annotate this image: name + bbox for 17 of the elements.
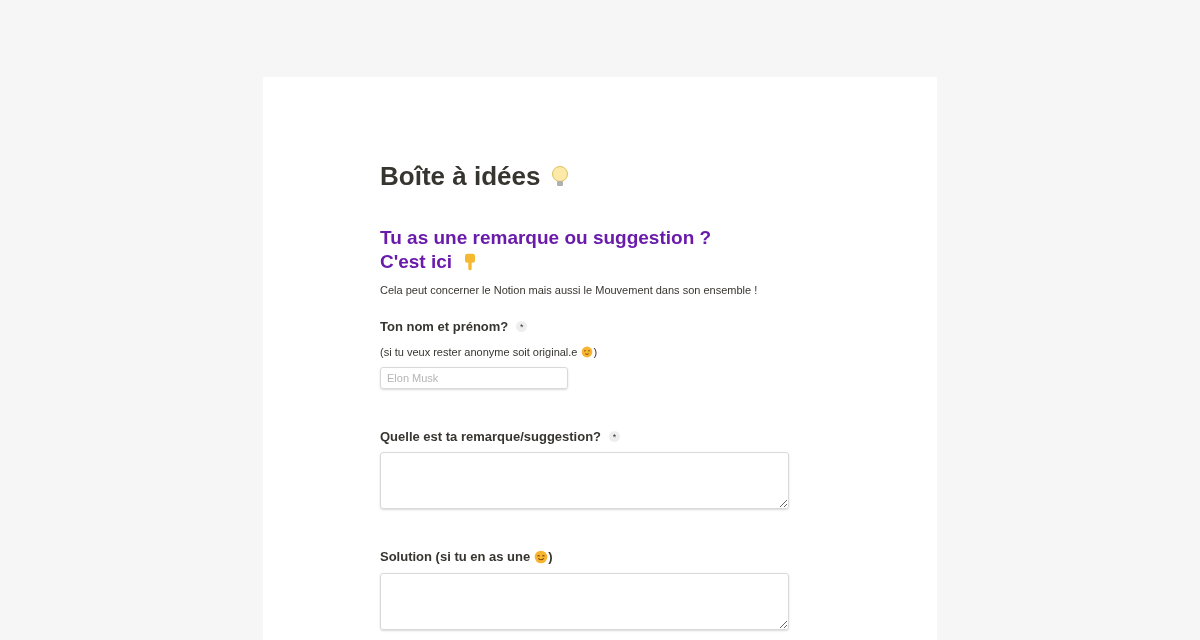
text-area-field[interactable] <box>380 452 789 509</box>
question-label: Quelle est ta remarque/suggestion? <box>380 427 602 446</box>
section-heading: Tu as une remarque ou suggestion ? <box>380 226 712 250</box>
text-area-field[interactable] <box>380 572 789 630</box>
hint-text: (si tu veux rester anonyme soit original.e <box>380 345 578 360</box>
description-text: Cela peut concerner le Notion mais aussi le Mouvement dans son ensemble ! <box>380 283 759 298</box>
required-marker: * <box>516 320 528 332</box>
page-title: Boîte à idées <box>380 160 541 193</box>
hint-text: ) <box>593 345 598 360</box>
question-label: ) <box>548 548 553 566</box>
required-marker: * <box>609 430 621 442</box>
section-heading: C'est ici <box>380 250 453 274</box>
question-label: Ton nom et prénom? <box>380 317 509 336</box>
question-label: Solution (si tu en as une <box>380 548 531 566</box>
smiley-icon <box>581 346 594 359</box>
name-input-field[interactable]: Elon Musk <box>380 366 568 389</box>
smiley-icon <box>534 549 549 564</box>
